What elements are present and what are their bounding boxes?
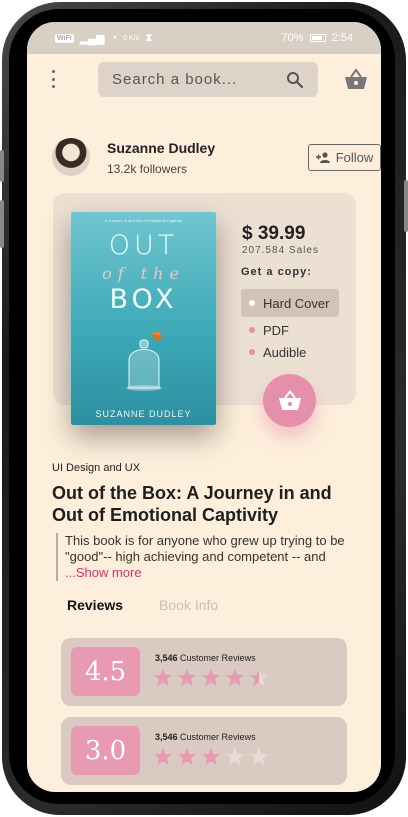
signal-icon: ▂▄▆ — [79, 32, 105, 45]
format-label: PDF — [263, 322, 289, 338]
volume-button — [0, 150, 4, 182]
star-icon — [250, 669, 268, 686]
description-text: This book is for anyone who grew up tryi… — [65, 533, 345, 564]
star-icon — [226, 748, 244, 765]
review-count: 3,546 Customer Reviews — [155, 653, 256, 663]
basket-icon — [278, 389, 301, 410]
tab-reviews[interactable]: Reviews — [67, 597, 123, 613]
cover-title-line3: BOX — [109, 284, 178, 315]
star-icon — [154, 748, 172, 765]
add-user-icon — [315, 151, 330, 163]
add-to-cart-button[interactable] — [263, 374, 316, 427]
get-copy-label: Get a copy: — [241, 266, 312, 278]
wifi-icon: ◔ — [110, 32, 118, 44]
review-count-number: 3,546 — [155, 732, 178, 742]
review-count-number: 3,546 — [155, 653, 178, 663]
star-icon — [250, 748, 268, 765]
format-list: Hard Cover PDF Audible — [241, 289, 341, 363]
hourglass-icon: ⧗ — [145, 31, 153, 44]
format-label: Audible — [263, 344, 307, 360]
book-cover[interactable]: A Journey In and Out of Emotional Captiv… — [71, 212, 216, 425]
star-icon — [202, 669, 220, 686]
rating-score: 3.0 — [71, 726, 140, 775]
tab-book-info[interactable]: Book Info — [159, 597, 218, 613]
format-option-hard-cover[interactable]: Hard Cover — [241, 289, 339, 317]
menu-icon[interactable] — [49, 70, 57, 88]
cover-title-line2: of the — [102, 264, 185, 283]
rating-score: 4.5 — [71, 647, 140, 696]
search-input[interactable]: Search a book... — [98, 62, 318, 97]
review-count-label: Customer Reviews — [180, 653, 256, 663]
cover-subtitle: A Journey In and Out of Emotional Captiv… — [104, 218, 183, 223]
app-screen: WiFi ▂▄▆ ◔ 0 K/s ⧗ 70% 2:54 Search a boo… — [27, 22, 381, 792]
tab-bar: Reviews Book Info — [67, 597, 218, 613]
star-icon — [178, 748, 196, 765]
clock: 2:54 — [331, 32, 353, 44]
bell-jar-butterfly-illustration — [126, 332, 163, 391]
review-count-label: Customer Reviews — [180, 732, 256, 742]
review-card[interactable]: 3.0 3,546 Customer Reviews — [61, 717, 347, 785]
star-rating — [153, 668, 269, 688]
sales-count: 207.584 Sales — [242, 245, 319, 256]
book-title: Out of the Box: A Journey in and Out of … — [52, 483, 332, 525]
bullet-icon — [249, 349, 255, 355]
speed-label: 0 K/s — [123, 34, 140, 42]
review-count: 3,546 Customer Reviews — [155, 732, 256, 742]
star-icon — [226, 669, 244, 686]
battery-label: 70% — [281, 32, 304, 44]
book-price: $ 39.99 — [242, 223, 306, 244]
star-icon — [202, 748, 220, 765]
cover-author: SUZANNE DUDLEY — [95, 409, 192, 419]
star-icon — [178, 669, 196, 686]
book-description: This book is for anyone who grew up tryi… — [56, 533, 362, 581]
book-category: UI Design and UX — [52, 462, 141, 474]
follow-button[interactable]: Follow — [308, 144, 381, 171]
format-option-audible[interactable]: Audible — [241, 341, 341, 363]
basket-icon[interactable] — [343, 68, 369, 92]
wifi-chip: WiFi — [55, 33, 74, 43]
cover-title-line1: OUT — [108, 230, 179, 261]
power-button — [404, 180, 408, 232]
bullet-icon — [249, 327, 255, 333]
star-rating — [153, 747, 269, 767]
star-icon — [154, 669, 172, 686]
review-card[interactable]: 4.5 3,546 Customer Reviews — [61, 638, 347, 706]
show-more-link[interactable]: ...Show more — [65, 565, 142, 580]
format-label: Hard Cover — [263, 295, 330, 311]
followers-count: 13.2k followers — [107, 162, 188, 176]
volume-button — [0, 200, 4, 248]
battery-icon — [309, 34, 326, 42]
author-row: Suzanne Dudley 13.2k followers Follow — [52, 138, 381, 178]
search-icon[interactable] — [286, 71, 304, 89]
top-bar: Search a book... — [27, 62, 381, 98]
search-placeholder: Search a book... — [112, 71, 238, 88]
status-bar: WiFi ▂▄▆ ◔ 0 K/s ⧗ 70% 2:54 — [27, 22, 381, 54]
avatar[interactable] — [52, 138, 90, 176]
follow-label: Follow — [335, 150, 374, 165]
author-name[interactable]: Suzanne Dudley — [107, 140, 215, 156]
bullet-icon — [249, 300, 255, 306]
format-option-pdf[interactable]: PDF — [241, 319, 341, 341]
